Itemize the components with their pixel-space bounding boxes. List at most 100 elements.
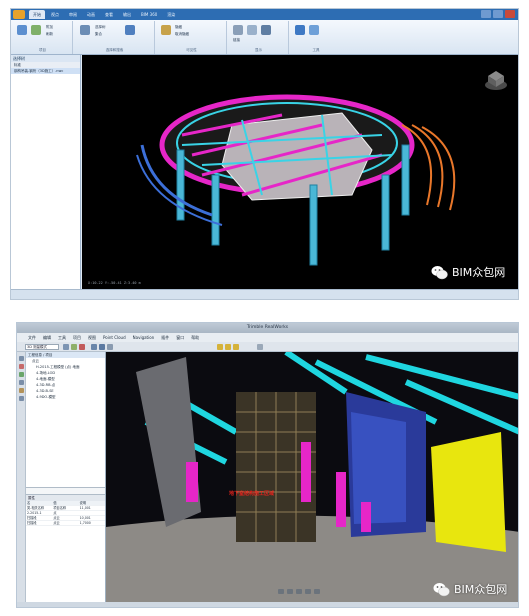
properties-panel: 属性 名值说明 类-相关名称 项目名称 11,001 2-2015-1 点扫描段 点云 10,…: [26, 494, 105, 602]
ribbon-group-tools: 工具: [291, 21, 341, 54]
menu-item[interactable]: Navigation: [130, 333, 158, 342]
ribbon-small-label[interactable]: 取消隐藏: [175, 32, 189, 37]
ribbon-small-label[interactable]: 刷新: [46, 32, 53, 37]
ribbon-tab[interactable]: 视点: [47, 10, 63, 19]
ribbon-small-label[interactable]: 隐藏: [175, 25, 182, 30]
model-viewport[interactable]: X:10.22 Y:-50.41 Z:3.40 m: [82, 55, 518, 289]
selection-tree-panel: 选择树 标准 钢构吊装-钢桁（3D施工）.nwc: [11, 55, 81, 289]
measure-tool-icon[interactable]: [19, 380, 24, 385]
ribbon-group-label: 工具: [312, 48, 320, 52]
select-tool-icon[interactable]: [19, 356, 24, 361]
append-icon[interactable]: [17, 25, 27, 35]
ribbon-tab[interactable]: 输出: [119, 10, 135, 19]
ribbon-small-label[interactable]: 选择树: [95, 25, 106, 30]
ribbon-group-visibility: 隐藏 取消隐藏 可见性: [157, 21, 227, 54]
ribbon-tab[interactable]: 动画: [83, 10, 99, 19]
properties-icon[interactable]: [261, 25, 271, 35]
select-icon[interactable]: [80, 25, 90, 35]
links-icon[interactable]: [233, 25, 243, 35]
menu-item[interactable]: 文件: [25, 333, 39, 342]
section-icon[interactable]: [233, 344, 239, 350]
close-button[interactable]: [505, 10, 515, 18]
filter-tool-icon[interactable]: [19, 372, 24, 377]
left-toolbar: [17, 352, 26, 602]
quick-properties-icon[interactable]: [247, 25, 257, 35]
menu-item[interactable]: 帮助: [188, 333, 202, 342]
nav-next-icon[interactable]: [305, 589, 311, 594]
nav-prev-icon[interactable]: [287, 589, 293, 594]
watermark-text: BIM众包网: [454, 583, 508, 596]
menu-item[interactable]: 插件: [158, 333, 172, 342]
menu-item[interactable]: 视图: [85, 333, 99, 342]
minimize-button[interactable]: [481, 10, 491, 18]
property-cell[interactable]: 1,7000: [78, 521, 105, 526]
yellow-wall: [431, 432, 506, 552]
timeliner-icon[interactable]: [309, 25, 319, 35]
ribbon-group-select: 选择树 集合 选择和搜索: [75, 21, 155, 54]
tree-item[interactable]: 钢构吊装-钢桁（3D施工）.nwc: [11, 68, 80, 74]
panel-title: 选择树: [11, 55, 80, 62]
delete-icon[interactable]: [79, 344, 85, 350]
ribbon-group-label: 显示: [255, 48, 262, 52]
save-icon[interactable]: [71, 344, 77, 350]
ribbon-group-label: 项目: [39, 48, 46, 52]
menu-item[interactable]: Point Cloud: [100, 333, 129, 342]
menu-item[interactable]: 窗口: [173, 333, 187, 342]
ribbon-small-label[interactable]: 集合: [95, 32, 102, 37]
wechat-logo-icon: [431, 265, 448, 280]
rotate-icon[interactable]: [107, 344, 113, 350]
nav-play-icon[interactable]: [296, 589, 302, 594]
zoom-icon[interactable]: [91, 344, 97, 350]
ribbon-tab[interactable]: 开始: [29, 10, 45, 19]
steel-structure-model: [136, 94, 456, 266]
maximize-button[interactable]: [493, 10, 503, 18]
ribbon-group-project: 附加 刷新 项目: [13, 21, 73, 54]
hide-icon[interactable]: [161, 25, 171, 35]
pointcloud-scene: [106, 352, 518, 602]
nav-last-icon[interactable]: [314, 589, 320, 594]
ribbon-tabs: 开始 视点 审阅 动画 查看 输出 BIM 360 渲染: [29, 10, 179, 19]
tree-item[interactable]: 4-9DO-模型: [26, 394, 105, 400]
ribbon-small-label[interactable]: 附加: [46, 25, 53, 30]
ribbon-group-label: 可见性: [186, 48, 197, 52]
clash-detective-icon[interactable]: [295, 25, 305, 35]
register-tool-icon[interactable]: [19, 396, 24, 401]
navisworks-screenshot: 开始 视点 审阅 动画 查看 输出 BIM 360 渲染 附加 刷新 项目 选择树 集合 选择…: [10, 8, 519, 300]
watermark-text: BIM众包网: [452, 266, 506, 279]
ribbon-small-label: 链接: [233, 38, 240, 42]
viewcube-icon[interactable]: [484, 69, 508, 91]
model-tool-icon[interactable]: [19, 388, 24, 393]
property-cell[interactable]: 扫描段: [26, 521, 53, 526]
title-bar: Trimble RealWorks: [17, 323, 518, 333]
ribbon-tab[interactable]: BIM 360: [137, 10, 161, 19]
window-controls: [481, 10, 515, 18]
measure-icon[interactable]: [217, 344, 223, 350]
ribbon-tab[interactable]: 渲染: [163, 10, 179, 19]
pointcloud-screenshot: Trimble RealWorks 文件 编辑 工具 项目 视图 Point Cloud N…: [16, 322, 519, 608]
segment-tool-icon[interactable]: [19, 364, 24, 369]
mode-dropdown[interactable]: 3D 测量模式: [25, 344, 59, 350]
menu-item[interactable]: 编辑: [40, 333, 54, 342]
open-icon[interactable]: [63, 344, 69, 350]
coordinates-readout: X:10.22 Y:-50.41 Z:3.40 m: [88, 281, 141, 285]
ribbon-tab[interactable]: 查看: [101, 10, 117, 19]
pointcloud-viewport[interactable]: 地下室结构施工区域: [106, 352, 518, 602]
status-bar: [17, 602, 518, 607]
refresh-icon[interactable]: [31, 25, 41, 35]
watermark: BIM众包网: [431, 264, 505, 280]
ribbon-group-display: 链接 显示: [229, 21, 289, 54]
menu-item[interactable]: 工具: [55, 333, 69, 342]
clip-icon[interactable]: [225, 344, 231, 350]
ribbon: 附加 刷新 项目 选择树 集合 选择和搜索 隐藏 取消隐藏 可见性 链接 显示: [11, 20, 518, 55]
pan-icon[interactable]: [99, 344, 105, 350]
properties-grid: 名值说明 类-相关名称 项目名称 11,001 2-2015-1 点扫描段 点云 10,001…: [26, 501, 105, 526]
menu-item[interactable]: 项目: [70, 333, 84, 342]
property-cell[interactable]: 点云: [52, 521, 79, 526]
nav-first-icon[interactable]: [278, 589, 284, 594]
project-tree-panel: 工程信息 / 项目 点云 H-2015-工程模型 (点) 地面 4-场地-LOD 4-地…: [26, 352, 106, 602]
find-items-icon[interactable]: [125, 25, 135, 35]
ribbon-tab[interactable]: 审阅: [65, 10, 81, 19]
view-icon[interactable]: [257, 344, 263, 350]
app-menu-button[interactable]: [13, 10, 25, 19]
status-bar: [11, 289, 518, 299]
